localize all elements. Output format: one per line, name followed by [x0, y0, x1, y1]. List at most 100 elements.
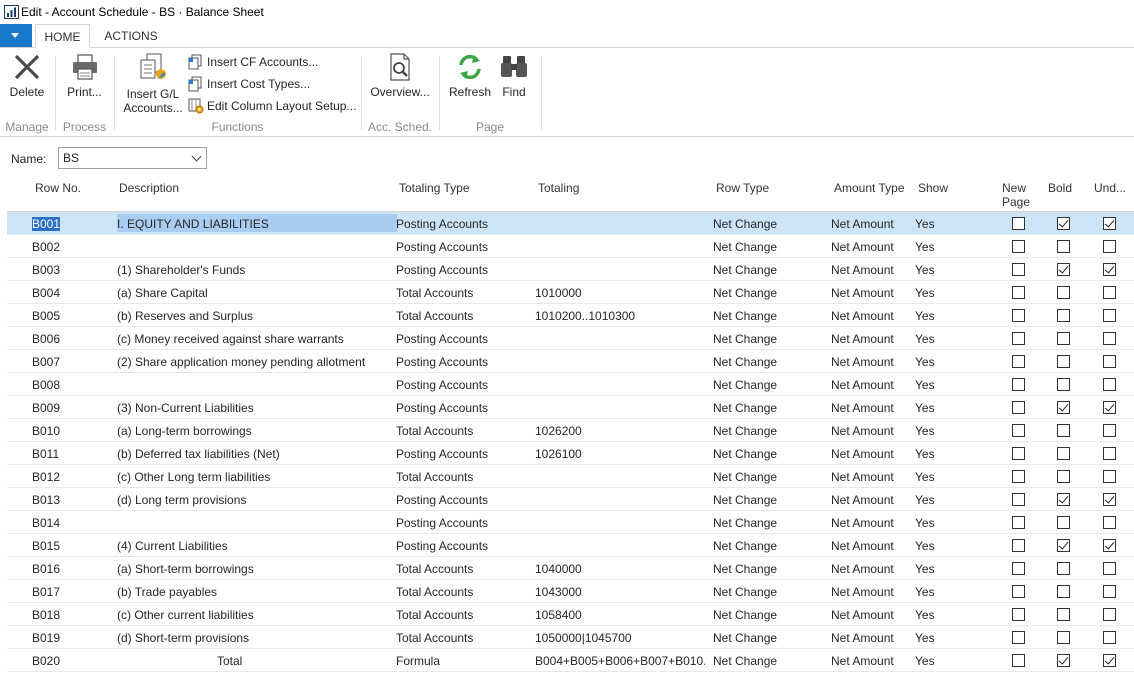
new-page-checkbox[interactable] [1012, 355, 1025, 368]
cell-description[interactable]: (c) Money received against share warrant… [117, 332, 397, 346]
cell-amount-type[interactable]: Net Amount [831, 608, 894, 622]
table-row[interactable]: B018 (c) Other current liabilities Total A… [7, 603, 1134, 626]
cell-row-no[interactable]: B013 [32, 493, 60, 507]
table-row[interactable]: B013 (d) Long term provisions Posting Acco… [7, 488, 1134, 511]
cell-description[interactable]: I. EQUITY AND LIABILITIES [117, 214, 397, 232]
cell-totaling[interactable]: 1010200..1010300 [535, 309, 705, 323]
underline-checkbox[interactable] [1103, 332, 1116, 345]
bold-checkbox[interactable] [1057, 631, 1070, 644]
cell-totaling-type[interactable]: Posting Accounts [396, 401, 488, 415]
column-header-totaling[interactable]: Totaling [538, 181, 579, 195]
cell-description[interactable]: (a) Share Capital [117, 286, 397, 300]
cell-description[interactable]: (3) Non-Current Liabilities [117, 401, 397, 415]
cell-row-no[interactable]: B007 [32, 355, 60, 369]
new-page-checkbox[interactable] [1012, 332, 1025, 345]
cell-amount-type[interactable]: Net Amount [831, 470, 894, 484]
cell-row-type[interactable]: Net Change [713, 378, 777, 392]
cell-row-type[interactable]: Net Change [713, 654, 777, 668]
column-header-show[interactable]: Show [918, 181, 948, 195]
cell-row-no[interactable]: B009 [32, 401, 60, 415]
underline-checkbox[interactable] [1103, 447, 1116, 460]
cell-amount-type[interactable]: Net Amount [831, 654, 894, 668]
cell-totaling[interactable]: 1040000 [535, 562, 705, 576]
cell-amount-type[interactable]: Net Amount [831, 424, 894, 438]
cell-show[interactable]: Yes [915, 493, 935, 507]
cell-row-type[interactable]: Net Change [713, 401, 777, 415]
new-page-checkbox[interactable] [1012, 240, 1025, 253]
cell-row-type[interactable]: Net Change [713, 309, 777, 323]
cell-show[interactable]: Yes [915, 585, 935, 599]
bold-checkbox[interactable] [1057, 286, 1070, 299]
cell-row-no[interactable]: B006 [32, 332, 60, 346]
cell-row-type[interactable]: Net Change [713, 470, 777, 484]
table-row[interactable]: B019 (d) Short-term provisions Total Accou… [7, 626, 1134, 649]
cell-show[interactable]: Yes [915, 309, 935, 323]
new-page-checkbox[interactable] [1012, 562, 1025, 575]
cell-totaling-type[interactable]: Posting Accounts [396, 240, 488, 254]
column-header-underline[interactable]: Und... [1094, 181, 1126, 195]
cell-row-no[interactable]: B005 [32, 309, 60, 323]
underline-checkbox[interactable] [1103, 493, 1116, 506]
cell-description[interactable]: (d) Short-term provisions [117, 631, 397, 645]
table-row[interactable]: B020 Total Formula B004+B005+B006+B007+B010… [7, 649, 1134, 672]
cell-description[interactable]: (1) Shareholder's Funds [117, 263, 397, 277]
delete-button[interactable]: Delete [6, 52, 48, 99]
cell-row-type[interactable]: Net Change [713, 424, 777, 438]
bold-checkbox[interactable] [1057, 263, 1070, 276]
new-page-checkbox[interactable] [1012, 539, 1025, 552]
column-header-totaling-type[interactable]: Totaling Type [399, 181, 470, 195]
cell-totaling[interactable]: 1026100 [535, 447, 705, 461]
cell-show[interactable]: Yes [915, 562, 935, 576]
cell-row-type[interactable]: Net Change [713, 263, 777, 277]
column-header-row-type[interactable]: Row Type [716, 181, 769, 195]
table-row[interactable]: B017 (b) Trade payables Total Accounts 1043… [7, 580, 1134, 603]
new-page-checkbox[interactable] [1012, 401, 1025, 414]
underline-checkbox[interactable] [1103, 562, 1116, 575]
cell-show[interactable]: Yes [915, 286, 935, 300]
table-row[interactable]: B010 (a) Long-term borrowings Total Accoun… [7, 419, 1134, 442]
underline-checkbox[interactable] [1103, 217, 1116, 230]
cell-totaling-type[interactable]: Total Accounts [396, 562, 473, 576]
find-button[interactable]: Find [495, 52, 533, 99]
cell-show[interactable]: Yes [915, 217, 935, 231]
cell-description[interactable]: (4) Current Liabilities [117, 539, 397, 553]
underline-checkbox[interactable] [1103, 378, 1116, 391]
new-page-checkbox[interactable] [1012, 424, 1025, 437]
cell-row-type[interactable]: Net Change [713, 562, 777, 576]
cell-row-type[interactable]: Net Change [713, 539, 777, 553]
bold-checkbox[interactable] [1057, 493, 1070, 506]
cell-amount-type[interactable]: Net Amount [831, 286, 894, 300]
new-page-checkbox[interactable] [1012, 585, 1025, 598]
cell-description[interactable]: (a) Long-term borrowings [117, 424, 397, 438]
bold-checkbox[interactable] [1057, 562, 1070, 575]
cell-totaling-type[interactable]: Total Accounts [396, 585, 473, 599]
column-header-new-page-1[interactable]: New [1002, 181, 1026, 195]
new-page-checkbox[interactable] [1012, 447, 1025, 460]
cell-row-no[interactable]: B015 [32, 539, 60, 553]
underline-checkbox[interactable] [1103, 286, 1116, 299]
cell-show[interactable]: Yes [915, 470, 935, 484]
cell-amount-type[interactable]: Net Amount [831, 401, 894, 415]
underline-checkbox[interactable] [1103, 585, 1116, 598]
cell-totaling-type[interactable]: Formula [396, 654, 440, 668]
underline-checkbox[interactable] [1103, 631, 1116, 644]
new-page-checkbox[interactable] [1012, 378, 1025, 391]
cell-amount-type[interactable]: Net Amount [831, 309, 894, 323]
new-page-checkbox[interactable] [1012, 654, 1025, 667]
cell-totaling[interactable]: 1050000|1045700 [535, 631, 705, 645]
underline-checkbox[interactable] [1103, 654, 1116, 667]
cell-row-no[interactable]: B010 [32, 424, 60, 438]
cell-row-type[interactable]: Net Change [713, 516, 777, 530]
new-page-checkbox[interactable] [1012, 286, 1025, 299]
column-header-amount-type[interactable]: Amount Type [834, 181, 905, 195]
cell-description[interactable]: (2) Share application money pending allo… [117, 355, 397, 369]
tab-home[interactable]: HOME [35, 24, 90, 48]
cell-show[interactable]: Yes [915, 631, 935, 645]
cell-row-type[interactable]: Net Change [713, 608, 777, 622]
cell-amount-type[interactable]: Net Amount [831, 332, 894, 346]
cell-show[interactable]: Yes [915, 654, 935, 668]
cell-totaling-type[interactable]: Total Accounts [396, 631, 473, 645]
bold-checkbox[interactable] [1057, 332, 1070, 345]
new-page-checkbox[interactable] [1012, 217, 1025, 230]
cell-totaling-type[interactable]: Posting Accounts [396, 539, 488, 553]
